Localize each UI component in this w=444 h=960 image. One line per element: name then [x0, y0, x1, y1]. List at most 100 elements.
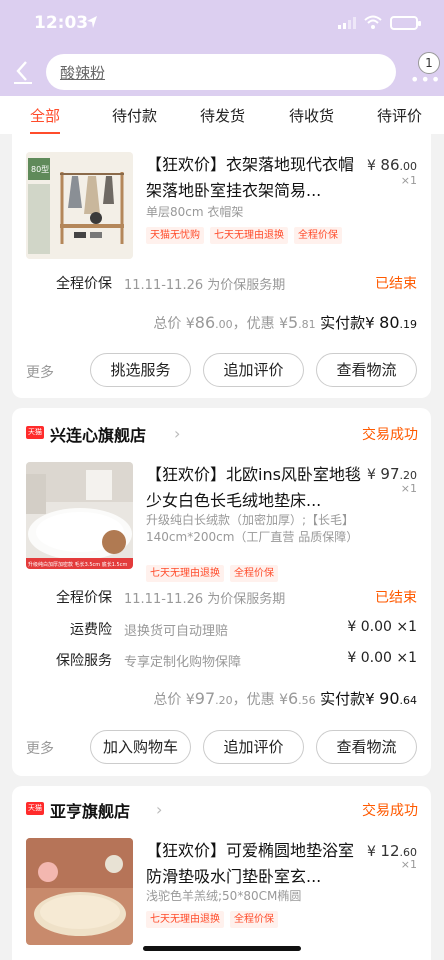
- more-link[interactable]: 更多: [26, 362, 54, 382]
- tag: 七天无理由退换: [146, 911, 224, 928]
- tag: 全程价保: [230, 565, 278, 582]
- product-sku: 浅驼色羊羔绒;50*80CM椭圆: [146, 889, 302, 903]
- service-row-shipping-insurance[interactable]: 运费险 退换货可自动理赔 ¥ 0.00 ×1: [12, 619, 431, 641]
- tab-pending-review[interactable]: 待评价: [377, 105, 422, 126]
- discount-int: 6: [287, 689, 299, 708]
- price-int: 97: [380, 465, 400, 483]
- service-row-insurance[interactable]: 保险服务 专享定制化购物保障 ¥ 0.00 ×1: [12, 650, 431, 672]
- paid-label: 实付款: [320, 314, 366, 332]
- product-qty: ×1: [400, 174, 417, 187]
- total-int: 97: [194, 689, 216, 708]
- product-qty: ×1: [400, 482, 417, 495]
- service-status: 已结束: [375, 590, 417, 606]
- add-to-cart-button[interactable]: 加入购物车: [90, 730, 191, 764]
- service-label: 全程价保: [56, 276, 112, 292]
- product-sku: 单层80cm 衣帽架: [146, 205, 244, 219]
- status-time: 12:03: [34, 13, 89, 33]
- tag: 七天无理由退换: [210, 227, 288, 244]
- paid-symbol: ¥: [365, 314, 375, 332]
- tag: 天猫无忧购: [146, 227, 204, 244]
- discount-prefix: ，优惠 ¥: [232, 316, 288, 332]
- product-tags: 七天无理由退换 全程价保: [146, 561, 284, 582]
- image-caption: 升级纯白加厚加密款 毛长3.5cm 底长1.5cm: [28, 561, 127, 568]
- add-review-button[interactable]: 追加评价: [203, 353, 304, 387]
- service-row-price-protect[interactable]: 全程价保 11.11-11.26 为价保服务期 已结束: [12, 587, 431, 609]
- product-tags: 天猫无忧购 七天无理由退换 全程价保: [146, 223, 348, 244]
- tab-pending-shipment[interactable]: 待发货: [200, 105, 245, 126]
- home-indicator[interactable]: [143, 946, 301, 951]
- service-price: ¥ 0.00 ×1: [347, 619, 417, 635]
- back-arrow-icon[interactable]: [8, 56, 38, 86]
- order-total: 总价 ¥97.20，优惠 ¥6.56 实付款¥ 90.64: [153, 688, 417, 709]
- product-title[interactable]: 【狂欢价】北欧ins风卧室地毯少女白色长毛绒地垫床...: [146, 462, 364, 514]
- paid-symbol: ¥: [365, 690, 375, 708]
- location-arrow-icon: [87, 16, 97, 28]
- service-desc: 专享定制化购物保障: [124, 655, 242, 670]
- more-menu-button[interactable]: ••• 1: [408, 52, 440, 89]
- order-total: 总价 ¥86.00，优惠 ¥5.81 实付款¥ 80.19: [153, 312, 417, 333]
- tmall-icon: 天猫: [26, 802, 44, 815]
- product-image[interactable]: 80型: [26, 152, 133, 259]
- search-row: 酸辣粉 ••• 1: [0, 48, 444, 96]
- service-desc: 退换货可自动理赔: [124, 624, 229, 639]
- service-label: 保险服务: [56, 653, 112, 669]
- product-qty: ×1: [400, 858, 417, 871]
- tab-pending-payment[interactable]: 待付款: [112, 105, 157, 126]
- cellular-signal-icon: [338, 17, 356, 29]
- service-label: 运费险: [70, 622, 112, 638]
- more-link[interactable]: 更多: [26, 738, 54, 758]
- chevron-right-icon: ›: [156, 800, 163, 819]
- shop-header[interactable]: 天猫 兴连心旗舰店 › 交易成功: [26, 422, 418, 446]
- total-dec: .20: [215, 694, 233, 707]
- product-tags: 七天无理由退换 全程价保: [146, 907, 284, 928]
- product-price: ¥ 86.00: [367, 156, 417, 174]
- choose-service-button[interactable]: 挑选服务: [90, 353, 191, 387]
- search-query-text: 酸辣粉: [60, 64, 106, 82]
- order-tabs: 全部 待付款 待发货 待收货 待评价: [0, 96, 444, 134]
- product-image[interactable]: 升级纯白加厚加密款 毛长3.5cm 底长1.5cm: [26, 462, 133, 569]
- order-card: 80型 【狂欢价】衣架落地现代衣帽架落地卧室挂衣架简易... 单层80cm 衣帽…: [12, 134, 431, 398]
- tab-pending-receipt[interactable]: 待收货: [289, 105, 334, 126]
- service-row-price-protect[interactable]: 全程价保 11.11-11.26 为价保服务期 已结束: [12, 273, 431, 295]
- total-dec: .00: [215, 318, 233, 331]
- order-status: 交易成功: [362, 427, 418, 443]
- wifi-icon: [364, 15, 382, 29]
- view-logistics-button[interactable]: 查看物流: [316, 730, 417, 764]
- price-symbol: ¥: [367, 158, 376, 174]
- price-symbol: ¥: [367, 844, 376, 860]
- price-int: 86: [380, 156, 400, 174]
- rug-image: 升级纯白加厚加密款 毛长3.5cm 底长1.5cm: [26, 462, 133, 569]
- oval-mat-image: [26, 838, 133, 945]
- chevron-right-icon: ›: [174, 424, 181, 443]
- tag: 全程价保: [294, 227, 342, 244]
- product-title[interactable]: 【狂欢价】可爱椭圆地垫浴室防滑垫吸水门垫卧室玄...: [146, 838, 364, 890]
- service-price: ¥ 0.00 ×1: [347, 650, 417, 666]
- price-dec: .00: [399, 160, 418, 173]
- tmall-icon: 天猫: [26, 426, 44, 439]
- search-input[interactable]: 酸辣粉: [46, 54, 396, 90]
- tab-all[interactable]: 全部: [30, 105, 60, 126]
- product-image[interactable]: [26, 838, 133, 945]
- paid-label: 实付款: [320, 690, 366, 708]
- paid-int: 90: [379, 689, 400, 708]
- order-card: 天猫 兴连心旗舰店 › 交易成功 升级纯白加厚加密款 毛长3.5cm 底长1.5…: [12, 408, 431, 776]
- service-status: 已结束: [375, 276, 417, 292]
- paid-dec: .19: [399, 318, 418, 331]
- top-bar: 12:03 酸辣粉 ••• 1 全部 待付款 待发货 待收货 待评价: [0, 0, 444, 134]
- shop-name: 亚亨旗舰店: [50, 802, 131, 821]
- shop-name: 兴连心旗舰店: [50, 426, 147, 445]
- order-status: 交易成功: [362, 803, 418, 819]
- discount-dec: .81: [298, 318, 316, 331]
- discount-dec: .56: [298, 694, 316, 707]
- total-prefix: 总价 ¥: [153, 316, 195, 332]
- order-card: 天猫 亚亨旗舰店 › 交易成功 【狂欢价】可爱椭圆地垫浴室防滑垫吸水门垫卧室玄.…: [12, 786, 431, 960]
- shop-header[interactable]: 天猫 亚亨旗舰店 › 交易成功: [26, 798, 418, 822]
- product-title[interactable]: 【狂欢价】衣架落地现代衣帽架落地卧室挂衣架简易...: [146, 152, 364, 204]
- product-sku: 升级纯白长绒款（加密加厚）;【长毛】140cm*200cm（工厂直营 品质保障）: [146, 513, 359, 544]
- battery-icon: [390, 16, 421, 30]
- total-int: 86: [194, 313, 216, 332]
- discount-int: 5: [287, 313, 299, 332]
- paid-int: 80: [379, 313, 400, 332]
- add-review-button[interactable]: 追加评价: [203, 730, 304, 764]
- view-logistics-button[interactable]: 查看物流: [316, 353, 417, 387]
